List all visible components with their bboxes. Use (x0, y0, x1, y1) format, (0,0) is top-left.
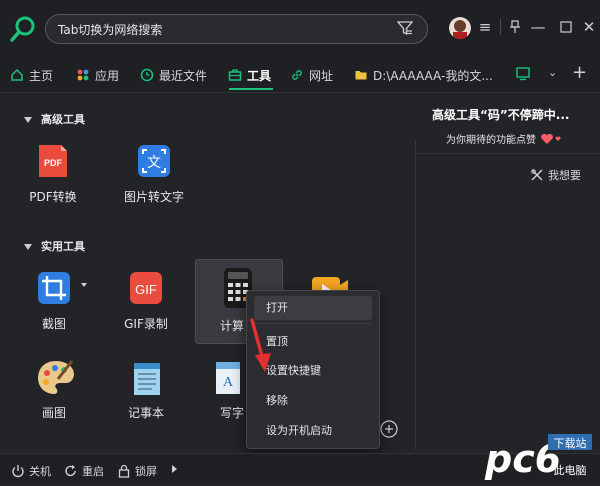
add-tool-icon[interactable] (380, 420, 398, 441)
home-icon (11, 68, 23, 81)
right-panel-separator (415, 153, 600, 154)
watermark-tag2: 此电脑 (554, 464, 587, 477)
text-editor-icon: A (210, 359, 246, 395)
link-icon (292, 70, 302, 80)
notepad-icon (128, 359, 164, 395)
lock-icon (118, 464, 130, 478)
tab-label: 工具 (247, 68, 272, 83)
lock-label: 锁屏 (135, 465, 157, 478)
section-practical-tools[interactable]: 实用工具 (24, 238, 85, 254)
tab-tools[interactable]: 工具 (228, 66, 271, 84)
folder-icon (355, 71, 367, 80)
crop-icon (36, 270, 72, 306)
collapse-triangle-icon (24, 244, 32, 250)
tab-label: 主页 (29, 68, 54, 83)
want-button-label: 我想要 (548, 169, 581, 182)
panel-divider (415, 140, 416, 450)
restart-button[interactable]: 重启 (64, 463, 104, 479)
heart-icon (541, 133, 561, 144)
tool-pdf-convert[interactable]: PDF PDF转换 (13, 143, 93, 205)
shutdown-label: 关机 (29, 465, 51, 478)
tab-apps[interactable]: 应用 (76, 66, 119, 84)
svg-text:A: A (223, 375, 234, 390)
tab-recent-files[interactable]: 最近文件 (140, 66, 207, 84)
svg-text:GIF: GIF (135, 282, 157, 297)
section-title: 高级工具 (41, 113, 85, 126)
svg-text:文: 文 (147, 155, 161, 171)
gif-icon: GIF (128, 270, 164, 306)
palette-icon (36, 359, 74, 395)
tab-folder[interactable]: D:\AAAAAA-我的文... (354, 66, 493, 84)
tab-label: D:\AAAAAA-我的文... (373, 68, 493, 83)
section-advanced-tools[interactable]: 高级工具 (24, 111, 85, 127)
tab-home[interactable]: 主页 (10, 66, 53, 84)
minimize-icon[interactable]: — (527, 16, 549, 38)
tools-icon (531, 169, 543, 181)
watermark-logo: pc6 下载站 此电脑 (483, 428, 600, 483)
tool-label: 记事本 (127, 406, 164, 420)
maximize-icon[interactable] (555, 16, 577, 38)
expand-arrow-icon[interactable] (172, 465, 177, 473)
power-icon (12, 465, 24, 478)
want-button[interactable]: 我想要 (531, 167, 581, 183)
right-panel-subtitle: 为你期待的功能点赞 (446, 135, 536, 146)
close-icon[interactable]: ✕ (578, 16, 600, 38)
screenshot-dropdown-icon[interactable] (81, 283, 87, 287)
tool-label: GIF录制 (124, 317, 168, 331)
toolbox-icon (228, 69, 242, 81)
svg-text:PDF: PDF (44, 158, 63, 168)
menu-icon[interactable]: ≡ (474, 16, 496, 38)
right-panel-title: 高级工具“码”不停蹄中... (432, 108, 570, 122)
shutdown-button[interactable]: 关机 (11, 463, 51, 479)
restart-icon (65, 465, 76, 477)
pdf-icon: PDF (35, 143, 71, 179)
pin-icon[interactable] (504, 16, 526, 38)
restart-label: 重启 (82, 465, 104, 478)
add-tab-icon[interactable]: + (572, 62, 587, 83)
clock-icon (140, 68, 154, 82)
collapse-triangle-icon (24, 117, 32, 123)
active-tab-indicator (229, 88, 273, 90)
lock-button[interactable]: 锁屏 (117, 463, 157, 479)
tab-label: 应用 (95, 68, 120, 83)
section-title: 实用工具 (41, 240, 85, 253)
image-to-text-icon: 文 (136, 143, 172, 179)
filter-icon[interactable] (396, 20, 414, 39)
tool-paint[interactable]: 画图 (14, 359, 94, 421)
tool-label: 画图 (41, 406, 66, 420)
menu-item-remove[interactable]: 移除 (254, 389, 372, 413)
menu-item-startup[interactable]: 设为开机启动 (254, 419, 372, 443)
tool-notepad[interactable]: 记事本 (106, 359, 186, 421)
tab-label: 网址 (309, 68, 334, 83)
avatar[interactable] (449, 17, 471, 39)
tab-label: 最近文件 (159, 68, 208, 83)
tool-screenshot[interactable]: 截图 (14, 270, 94, 332)
watermark-tag1: 下载站 (554, 436, 587, 450)
tool-image-to-text[interactable]: 文 图片转文字 (114, 143, 194, 205)
chevron-down-icon[interactable]: ⌄ (548, 66, 557, 79)
screen-icon[interactable] (515, 66, 531, 85)
search-placeholder: Tab切换为网络搜索 (58, 23, 163, 37)
tool-label: PDF转换 (29, 190, 77, 204)
annotation-arrow-icon (244, 318, 274, 379)
menu-item-open[interactable]: 打开 (254, 296, 372, 320)
tab-urls[interactable]: 网址 (290, 66, 333, 84)
right-panel-subtitle-row: 为你期待的功能点赞 (446, 131, 562, 146)
apps-icon (77, 69, 89, 81)
tool-gif-record[interactable]: GIF GIF录制 (106, 270, 186, 332)
separator (500, 19, 501, 35)
search-logo-icon[interactable] (8, 14, 38, 44)
tool-label: 截图 (41, 317, 66, 331)
tool-label: 图片转文字 (123, 190, 184, 204)
